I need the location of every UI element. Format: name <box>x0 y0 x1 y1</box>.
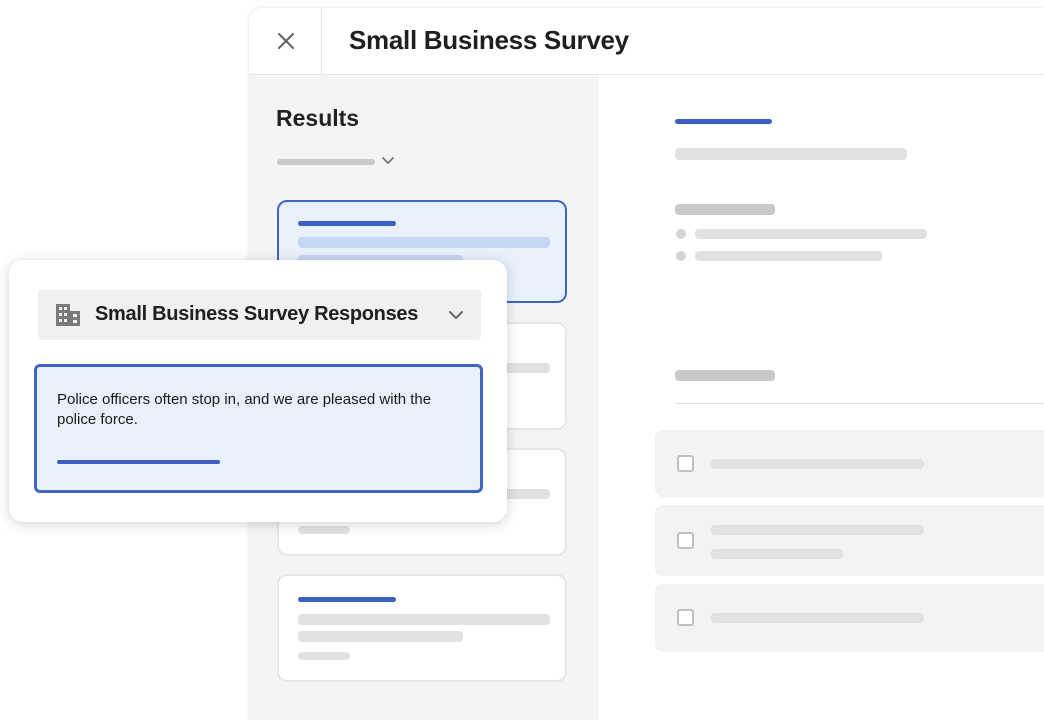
building-icon <box>56 304 80 326</box>
bullet <box>676 229 686 239</box>
response-quote-card[interactable]: Police officers often stop in, and we ar… <box>34 364 483 493</box>
response-quote-text: Police officers often stop in, and we ar… <box>57 391 432 428</box>
close-button[interactable] <box>267 22 305 60</box>
quote-accent-line <box>57 460 220 464</box>
checklist-row[interactable] <box>655 584 1044 652</box>
header-divider <box>321 8 322 74</box>
section-divider <box>675 403 1044 404</box>
checkbox[interactable] <box>677 609 694 626</box>
checkbox[interactable] <box>677 532 694 549</box>
survey-responses-popup: Small Business Survey Responses Police o… <box>9 260 507 522</box>
bullet <box>676 251 686 261</box>
checklist-row[interactable] <box>655 430 1044 497</box>
survey-dropdown[interactable]: Small Business Survey Responses <box>38 290 481 340</box>
chevron-down-icon <box>449 311 463 319</box>
results-heading: Results <box>276 105 360 131</box>
window-header: Small Business Survey <box>249 8 1044 75</box>
filter-placeholder <box>277 159 375 165</box>
detail-accent-line <box>675 119 772 124</box>
detail-panel <box>599 75 1044 720</box>
chevron-down-icon[interactable] <box>381 155 395 167</box>
dropdown-label: Small Business Survey Responses <box>95 303 419 325</box>
close-icon <box>278 33 294 49</box>
page-title: Small Business Survey <box>349 25 629 55</box>
checklist-row[interactable] <box>655 505 1044 576</box>
checkbox[interactable] <box>677 455 694 472</box>
result-card[interactable] <box>277 574 567 682</box>
